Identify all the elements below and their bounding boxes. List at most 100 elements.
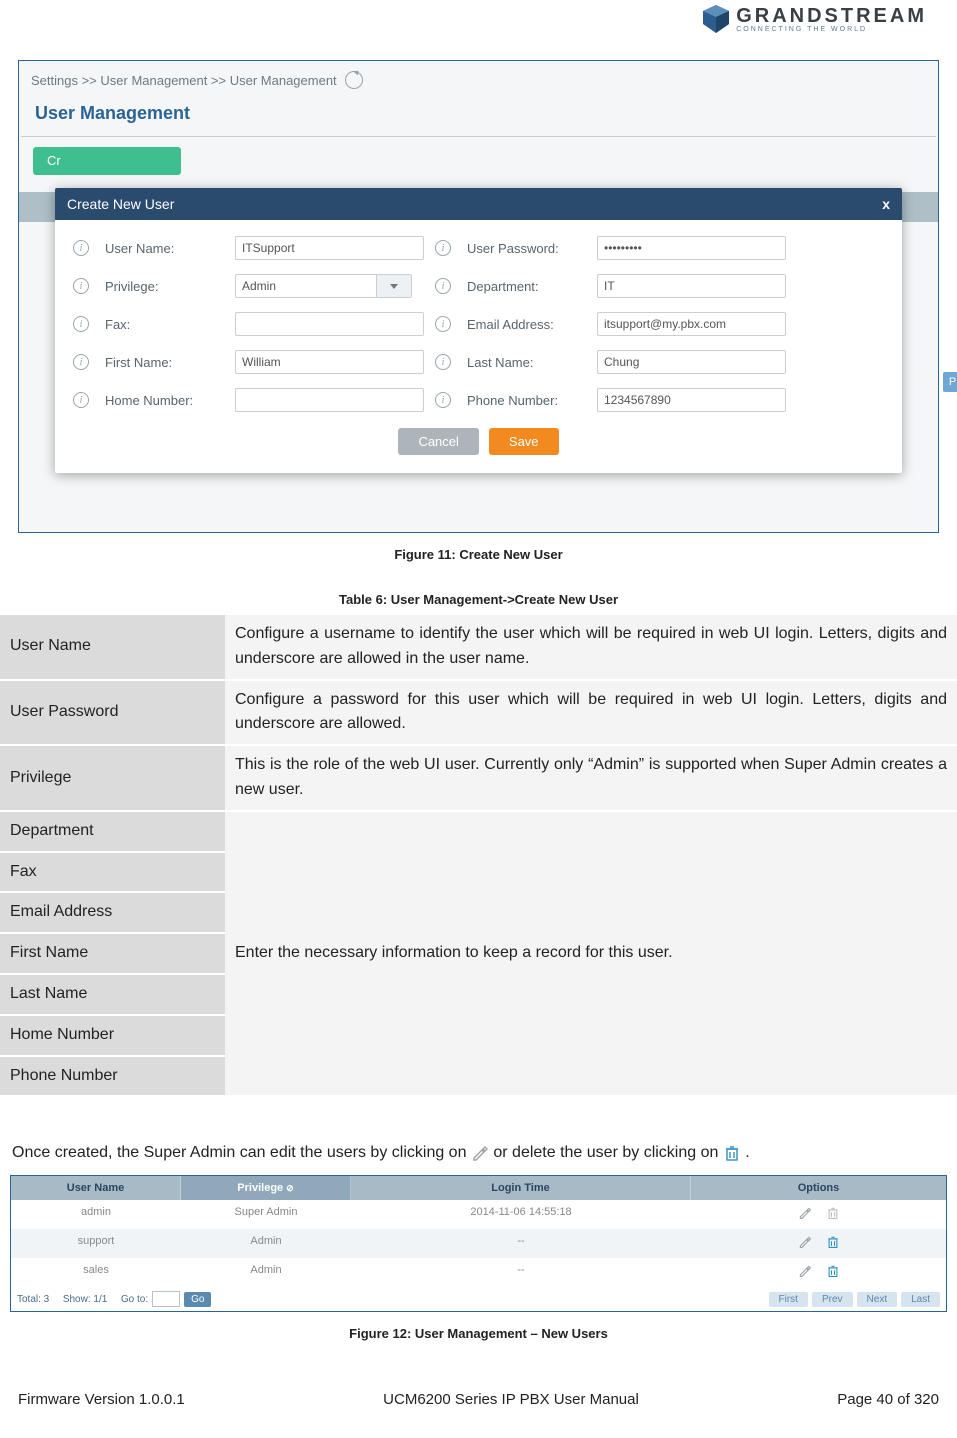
pager-last-button[interactable]: Last — [901, 1292, 940, 1307]
row-user-name-label: User Name — [0, 615, 225, 680]
info-icon[interactable]: i — [435, 316, 451, 332]
save-button[interactable]: Save — [489, 428, 559, 455]
email-input[interactable] — [597, 312, 786, 336]
user-password-label: User Password: — [467, 241, 587, 256]
info-icon[interactable]: i — [73, 354, 89, 370]
email-label: Email Address: — [467, 317, 587, 332]
cell-user: admin — [11, 1200, 181, 1229]
col-options: Options — [691, 1176, 946, 1200]
create-user-button-partial[interactable]: Cr — [33, 147, 181, 175]
footer-manual-title: UCM6200 Series IP PBX User Manual — [383, 1391, 639, 1408]
para-part3: . — [745, 1144, 749, 1161]
para-part1: Once created, the Super Admin can edit t… — [12, 1144, 471, 1161]
first-name-label: First Name: — [105, 355, 225, 370]
page-footer: Firmware Version 1.0.0.1 UCM6200 Series … — [18, 1391, 939, 1408]
edit-icon[interactable] — [798, 1235, 812, 1252]
col-login-time[interactable]: Login Time — [351, 1176, 691, 1200]
close-icon[interactable]: x — [882, 196, 890, 212]
sort-indicator-icon: ⊘ — [286, 1183, 294, 1193]
row-first-name-label: First Name — [0, 933, 225, 974]
delete-icon[interactable] — [826, 1264, 840, 1281]
info-icon[interactable]: i — [435, 354, 451, 370]
breadcrumb: Settings >> User Management >> User Mana… — [19, 61, 938, 99]
cell-user: support — [11, 1229, 181, 1258]
breadcrumb-text: Settings >> User Management >> User Mana… — [31, 73, 337, 88]
chevron-down-icon — [376, 275, 411, 297]
row-last-name-label: Last Name — [0, 974, 225, 1015]
row-fax-label: Fax — [0, 852, 225, 893]
info-icon[interactable]: i — [73, 240, 89, 256]
info-icon[interactable]: i — [435, 240, 451, 256]
table-6: User Name Configure a username to identi… — [0, 615, 957, 1097]
user-name-label: User Name: — [105, 241, 225, 256]
department-input[interactable] — [597, 274, 786, 298]
row-phone-number-label: Phone Number — [0, 1056, 225, 1097]
pager-show: Show: 1/1 — [63, 1294, 107, 1305]
modal-title: Create New User — [67, 196, 174, 212]
cell-login: -- — [351, 1229, 691, 1258]
pencil-edit-icon — [471, 1144, 489, 1162]
background-pager-stub: Pre — [943, 372, 957, 392]
row-user-password-label: User Password — [0, 680, 225, 746]
edit-icon[interactable] — [798, 1206, 812, 1223]
privilege-value: Admin — [236, 279, 282, 293]
cell-user: sales — [11, 1258, 181, 1287]
last-name-label: Last Name: — [467, 355, 587, 370]
edit-icon[interactable] — [798, 1264, 812, 1281]
brand-mark-icon — [702, 4, 730, 34]
delete-icon — [826, 1206, 840, 1223]
cell-priv: Admin — [181, 1229, 351, 1258]
trash-delete-icon — [723, 1144, 741, 1162]
pager-first-button[interactable]: First — [769, 1292, 808, 1307]
row-home-number-label: Home Number — [0, 1015, 225, 1056]
phone-number-input[interactable] — [597, 388, 786, 412]
user-name-input[interactable] — [235, 236, 424, 260]
row-user-name-desc: Configure a username to identify the use… — [225, 615, 957, 680]
info-icon[interactable]: i — [435, 278, 451, 294]
table-6-caption: Table 6: User Management->Create New Use… — [0, 592, 957, 607]
col-user-name[interactable]: User Name — [11, 1176, 181, 1200]
privilege-select[interactable]: Admin — [235, 274, 412, 298]
refresh-icon[interactable] — [345, 71, 363, 89]
cell-login: 2014-11-06 14:55:18 — [351, 1200, 691, 1229]
last-name-input[interactable] — [597, 350, 786, 374]
row-group-desc: Enter the necessary information to keep … — [225, 811, 957, 1097]
para-part2: or delete the user by clicking on — [493, 1144, 722, 1161]
row-user-password-desc: Configure a password for this user which… — [225, 680, 957, 746]
pager-goto-label: Go to: — [121, 1294, 148, 1305]
delete-icon[interactable] — [826, 1235, 840, 1252]
first-name-input[interactable] — [235, 350, 424, 374]
fax-label: Fax: — [105, 317, 225, 332]
pager-go-button[interactable]: Go — [184, 1292, 211, 1307]
home-number-input[interactable] — [235, 388, 424, 412]
col-privilege[interactable]: Privilege⊘ — [181, 1176, 351, 1200]
user-list-row: salesAdmin-- — [11, 1258, 946, 1287]
pager-total: Total: 3 — [17, 1294, 49, 1305]
phone-number-label: Phone Number: — [467, 393, 587, 408]
row-department-label: Department — [0, 811, 225, 852]
info-icon[interactable]: i — [73, 316, 89, 332]
brand-logo: GRANDSTREAM CONNECTING THE WORLD — [702, 4, 927, 34]
department-label: Department: — [467, 279, 587, 294]
section-title: User Management — [21, 99, 936, 137]
cancel-button[interactable]: Cancel — [398, 428, 478, 455]
pager-goto-input[interactable] — [152, 1291, 180, 1307]
user-list-row: supportAdmin-- — [11, 1229, 946, 1258]
figure-12-caption: Figure 12: User Management – New Users — [0, 1326, 957, 1341]
user-list-row: adminSuper Admin2014-11-06 14:55:18 — [11, 1200, 946, 1229]
cell-priv: Super Admin — [181, 1200, 351, 1229]
pager-next-button[interactable]: Next — [857, 1292, 898, 1307]
pager-prev-button[interactable]: Prev — [812, 1292, 853, 1307]
figure-12-box: User Name Privilege⊘ Login Time Options … — [10, 1175, 947, 1312]
footer-page-number: Page 40 of 320 — [837, 1391, 939, 1408]
fax-input[interactable] — [235, 312, 424, 336]
user-password-input[interactable] — [597, 236, 786, 260]
prev-button-partial[interactable]: Pre — [943, 372, 957, 392]
pager-bar: Total: 3 Show: 1/1 Go to: Go First Prev … — [11, 1287, 946, 1311]
info-icon[interactable]: i — [73, 278, 89, 294]
create-new-user-modal: Create New User x i User Name: i User Pa… — [55, 188, 902, 473]
privilege-label: Privilege: — [105, 279, 225, 294]
info-icon[interactable]: i — [73, 392, 89, 408]
info-icon[interactable]: i — [435, 392, 451, 408]
instruction-paragraph: Once created, the Super Admin can edit t… — [12, 1141, 947, 1165]
